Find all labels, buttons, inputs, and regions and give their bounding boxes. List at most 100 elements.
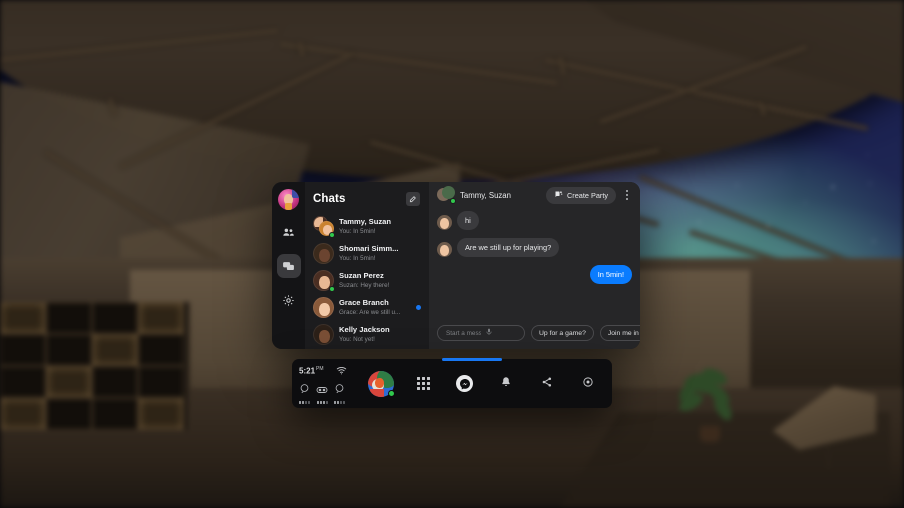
compose-pencil-icon[interactable] <box>406 192 420 206</box>
conversation-panel: Tammy, Suzan Create Party hi Are we still… <box>429 182 640 349</box>
chat-item-text: Kelly Jackson You: Not yet! <box>339 325 421 344</box>
chat-item-preview: You: In 5min! <box>339 228 376 235</box>
avatar-badge <box>285 203 292 210</box>
vr-home-screen: Chats Tammy, Suzan You: In 5min! Shomari S… <box>0 0 904 508</box>
quick-reply-list: Up for a game?Join me in VRLe <box>531 325 640 341</box>
chat-item-text: Grace Branch Grace: Are we still u... <box>339 298 411 317</box>
chat-item-text: Shomari Simm... You: In 5min! <box>339 244 421 263</box>
avatar <box>313 216 335 238</box>
message-bubble: hi <box>457 211 479 230</box>
avatar-primary <box>313 297 334 318</box>
online-indicator <box>329 286 335 292</box>
avatar <box>313 324 334 345</box>
battery-indicator-headset <box>299 381 310 404</box>
unread-badge <box>416 305 421 310</box>
online-indicator <box>450 198 456 204</box>
conversation-avatar <box>437 186 456 204</box>
shelf-cell <box>46 334 92 366</box>
gear-icon <box>282 294 295 307</box>
shelf-cell <box>138 302 184 334</box>
taskbar-item-apps[interactable] <box>413 373 435 395</box>
share-icon <box>541 375 553 393</box>
shelf-cell <box>0 366 46 398</box>
avatar-primary <box>313 324 334 345</box>
message-composer: Start a message... Up for a game? Join me… <box>429 325 640 349</box>
profile-avatar[interactable] <box>278 189 299 210</box>
potted-plant <box>675 365 736 430</box>
shelf-cell <box>138 398 184 430</box>
microphone-icon[interactable] <box>485 328 520 338</box>
quick-reply-chip[interactable]: Up for a game? <box>531 325 594 341</box>
sidebar-item-people[interactable] <box>277 220 301 244</box>
chat-list-item[interactable]: Suzan Perez Suzan: Hey there! <box>305 267 429 294</box>
message-input[interactable]: Start a message... <box>437 325 525 341</box>
message-avatar <box>437 215 452 230</box>
taskbar-item-settings[interactable] <box>577 373 599 395</box>
avatar <box>313 243 334 264</box>
taskbar-item-sharing[interactable] <box>536 373 558 395</box>
shelf-cell <box>138 334 184 366</box>
online-indicator <box>329 232 335 238</box>
create-party-button[interactable]: Create Party <box>546 186 616 204</box>
taskbar-item-avatar[interactable] <box>367 370 395 397</box>
message-bubble: Are we still up for playing? <box>457 238 560 257</box>
messenger-icon <box>456 375 473 392</box>
battery-level <box>334 400 345 404</box>
quick-reply-chip[interactable]: Join me in VR <box>599 325 640 341</box>
chat-item-name: Suzan Perez <box>339 271 384 280</box>
chat-list-item[interactable]: Tammy, Suzan You: In 5min! <box>305 213 429 240</box>
shelf-cell <box>92 366 138 398</box>
shelf-cell <box>0 334 46 366</box>
clock-time: 5:21 <box>299 366 316 376</box>
taskbar-item-notifications[interactable] <box>495 373 517 395</box>
chat-item-preview: Grace: Are we still u... <box>339 309 401 316</box>
chat-item-preview: Suzan: Hey there! <box>339 282 390 289</box>
battery-level <box>316 400 328 404</box>
avatar <box>313 270 335 292</box>
headset-battery-icon <box>299 381 310 399</box>
sidebar-item-settings[interactable] <box>277 288 301 312</box>
taskbar-item-messenger[interactable] <box>454 373 476 395</box>
shelf-cell <box>0 302 46 334</box>
chat-item-preview: You: Not yet! <box>339 336 375 343</box>
battery-indicator-right-controller <box>334 381 345 404</box>
chat-list-item[interactable]: Kelly Jackson You: Not yet! <box>305 321 429 348</box>
page-title: Chats <box>313 193 346 205</box>
clock: 5:21PM <box>299 366 324 376</box>
message-bubble: In 5min! <box>589 265 632 284</box>
clock-period: PM <box>316 365 324 372</box>
shelf-cell <box>92 398 138 430</box>
chat-list: Tammy, Suzan You: In 5min! Shomari Simm...… <box>305 213 429 348</box>
chat-bubbles-icon <box>282 260 295 273</box>
chat-list-panel: Chats Tammy, Suzan You: In 5min! Shomari S… <box>305 182 429 349</box>
message-input-placeholder: Start a message... <box>446 329 481 337</box>
chat-list-header: Chats <box>305 189 429 209</box>
conversation-header: Tammy, Suzan Create Party <box>429 182 640 208</box>
message-avatar <box>437 242 452 257</box>
chat-item-name: Tammy, Suzan <box>339 217 392 226</box>
online-indicator <box>387 389 395 397</box>
message-row: In 5min! <box>437 265 632 284</box>
chat-item-preview: You: In 5min! <box>339 255 376 262</box>
apps-grid-icon <box>417 377 430 390</box>
battery-indicator-left-controller <box>316 381 328 404</box>
chat-item-name: Shomari Simm... <box>339 244 399 253</box>
chat-item-name: Grace Branch <box>339 298 389 307</box>
avatar-primary <box>313 243 334 264</box>
chat-list-item[interactable]: Shomari Simm... You: In 5min! <box>305 240 429 267</box>
messenger-chat-window: Chats Tammy, Suzan You: In 5min! Shomari S… <box>272 182 640 349</box>
sidebar-item-chats[interactable] <box>276 254 301 278</box>
app-nav-rail <box>272 182 305 349</box>
chat-item-text: Tammy, Suzan You: In 5min! <box>339 217 421 236</box>
message-list: hi Are we still up for playing? In 5min! <box>429 208 640 325</box>
chat-list-item[interactable]: Grace Branch Grace: Are we still u... <box>305 294 429 321</box>
taskbar-accent-bar <box>442 358 502 361</box>
chat-item-text: Suzan Perez Suzan: Hey there! <box>339 271 421 290</box>
gear-icon <box>582 375 594 393</box>
wifi-icon <box>336 362 347 380</box>
plant-leaf <box>710 393 736 424</box>
kebab-menu-icon[interactable] <box>621 186 633 204</box>
shelf-cell <box>92 302 138 334</box>
chat-item-name: Kelly Jackson <box>339 325 390 334</box>
controller-battery-icon <box>316 381 328 399</box>
